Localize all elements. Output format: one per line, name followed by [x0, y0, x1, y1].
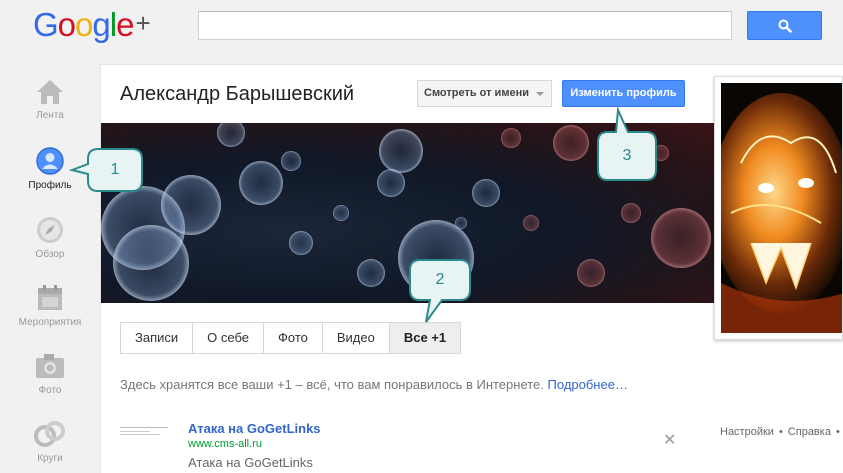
profile-photo[interactable]	[714, 76, 843, 340]
nav-label-photos: Фото	[38, 385, 62, 396]
info-text: Здесь хранятся все ваши +1 – всё, что ва…	[120, 377, 544, 392]
profile-name: Александр Барышевский	[120, 83, 355, 105]
view-as-label: Смотреть от имени	[424, 87, 529, 99]
nav-label-circles: Круги	[37, 453, 63, 464]
settings-link[interactable]: Настройки	[720, 426, 774, 438]
item-title-link[interactable]: Атака на GoGetLinks	[188, 421, 321, 436]
nav-item-events[interactable]: Мероприятия	[0, 283, 100, 328]
nav-item-explore[interactable]: Обзор	[0, 215, 100, 260]
google-plus-logo[interactable]: Google+	[33, 6, 151, 44]
calendar-icon	[38, 285, 62, 310]
home-icon	[37, 80, 63, 104]
search-input[interactable]	[198, 11, 732, 40]
help-link[interactable]: Справка	[788, 426, 831, 438]
nav-item-photos[interactable]: Фото	[0, 351, 100, 396]
search-icon	[778, 19, 792, 33]
tab-about[interactable]: О себе	[193, 323, 264, 353]
tab-photos[interactable]: Фото	[264, 323, 323, 353]
plus-ones-info: Здесь хранятся все ваши +1 – всё, что ва…	[120, 377, 628, 392]
logo-plus: +	[135, 8, 150, 38]
callout-2: 2	[435, 271, 445, 288]
nav-item-feed[interactable]: Лента	[0, 78, 100, 121]
tab-posts[interactable]: Записи	[121, 323, 194, 353]
nav-label-feed: Лента	[36, 110, 64, 121]
callout-3: 3	[622, 147, 632, 164]
footer-links: Настройки • Справка •	[720, 426, 840, 438]
circles-icon	[34, 421, 65, 447]
view-as-dropdown[interactable]: Смотреть от имени	[417, 80, 552, 107]
nav-label-explore: Обзор	[35, 249, 65, 260]
item-url[interactable]: www.cms-all.ru	[188, 438, 262, 450]
chevron-down-icon	[536, 92, 544, 96]
search-button[interactable]	[747, 11, 822, 40]
compass-icon	[37, 217, 63, 243]
nav-item-circles[interactable]: Круги	[0, 419, 100, 464]
item-description: Атака на GoGetLinks	[188, 455, 313, 470]
camera-icon	[36, 354, 64, 378]
close-icon[interactable]: ✕	[663, 430, 676, 450]
tab-videos[interactable]: Видео	[322, 323, 390, 353]
nav-label-events: Мероприятия	[18, 317, 82, 328]
item-thumbnail[interactable]	[120, 425, 168, 437]
learn-more-link[interactable]: Подробнее…	[548, 377, 628, 392]
callout-1: 1	[110, 161, 120, 178]
tiger-image	[721, 83, 842, 333]
